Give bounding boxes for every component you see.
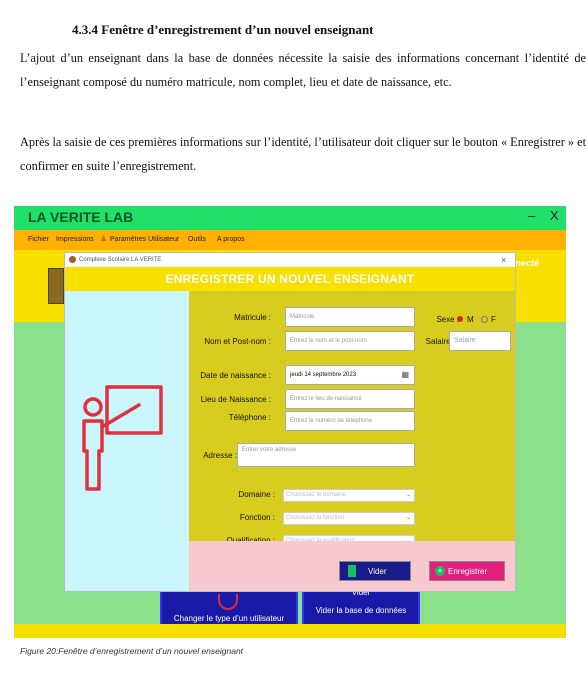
app-titlebar: LA VERITE LAB – X	[14, 206, 566, 230]
teacher-board-icon	[82, 385, 163, 491]
telephone-label: Téléphone :	[228, 413, 271, 422]
menu-parametres[interactable]: Paramètres Utilisateur	[110, 236, 179, 243]
lieu-naissance-input[interactable]: Entrez le lieu de naissance	[285, 389, 415, 409]
teacher-form: Matricule : Matricule Nom et Post-nom : …	[189, 291, 515, 548]
chevron-down-icon: ⌄	[405, 492, 411, 498]
user-settings-icon: ♟	[100, 234, 108, 243]
sexe-f-label: F	[491, 315, 496, 324]
dialog-header-title: ENREGISTRER UN NOUVEL ENSEIGNANT	[165, 272, 415, 286]
domaine-select[interactable]: Choisissez le domaine ⌄	[283, 489, 415, 502]
refresh-icon	[218, 594, 238, 610]
paragraph-1: L’ajout d’un enseignant dans la base de …	[20, 51, 586, 89]
adresse-label: Adresse :	[203, 451, 237, 460]
fonction-select[interactable]: Choisissez la fonction ⌄	[283, 512, 415, 525]
app-title: LA VERITE LAB	[28, 209, 134, 225]
footer-band	[14, 624, 566, 638]
nom-label: Nom et Post-nom :	[204, 337, 271, 346]
clear-database-label: Vider la base de données	[315, 606, 407, 615]
date-naissance-value: jeudi 14 septembre 2023	[290, 372, 357, 378]
trash-icon	[348, 565, 356, 577]
chevron-down-icon: ⌄	[405, 515, 411, 521]
calendar-icon[interactable]: ▦	[401, 366, 409, 384]
dialog-header: ENREGISTRER UN NOUVEL ENSEIGNANT	[65, 267, 515, 291]
telephone-input[interactable]: Entrez le numéro de téléphone	[285, 411, 415, 431]
date-naissance-picker[interactable]: jeudi 14 septembre 2023 ▦	[285, 365, 415, 385]
menu-apropos[interactable]: A propos	[217, 236, 245, 243]
sexe-m-radio[interactable]	[457, 316, 463, 322]
dialog-titlebar: Complexe Scolaire LA VERITE ×	[65, 253, 515, 267]
lieu-naissance-label: Lieu de Naissance :	[200, 395, 271, 404]
dialog-close-button[interactable]: ×	[501, 255, 506, 265]
illustration-pane	[65, 291, 189, 591]
building-icon	[48, 268, 64, 304]
paragraph-2: Après la saisie de ces premières informa…	[20, 135, 586, 173]
sexe-f-radio[interactable]	[481, 316, 488, 323]
adresse-input[interactable]: Entrer votre adresse	[237, 443, 415, 467]
sexe-m-label: M	[467, 315, 474, 324]
enregistrer-button-label: Enregistrer	[448, 567, 488, 576]
close-button[interactable]: X	[550, 208, 559, 223]
change-user-type-label: Changer le type d’un utilisateur	[173, 614, 285, 623]
sexe-label: Sexe :	[436, 315, 459, 324]
nom-input[interactable]: Entrez le nom et le post-nom	[285, 331, 415, 351]
menu-outils[interactable]: Outils	[188, 236, 206, 243]
domaine-label: Domaine :	[238, 490, 275, 499]
menu-fichier[interactable]: Fichier	[28, 236, 49, 243]
vider-button-label: Vider	[368, 567, 387, 576]
date-naissance-label: Date de naissance :	[200, 371, 271, 380]
fonction-label: Fonction :	[239, 513, 275, 522]
menu-bar: Fichier Impressions ♟ Paramètres Utilisa…	[14, 230, 566, 250]
vider-button[interactable]: Vider	[339, 561, 411, 581]
app-screenshot: LA VERITE LAB – X Fichier Impressions ♟ …	[14, 206, 566, 638]
menu-impressions[interactable]: Impressions	[56, 236, 94, 243]
dialog-window-title: Complexe Scolaire LA VERITE	[79, 257, 162, 263]
salaire-input[interactable]: Salaire	[449, 331, 511, 351]
plus-icon: +	[435, 566, 445, 576]
dialog-buttons-pane: Vider + Enregistrer	[189, 541, 515, 591]
matricule-input[interactable]: Matricule	[285, 307, 415, 327]
enregistrer-button[interactable]: + Enregistrer	[429, 561, 505, 581]
matricule-label: Matricule :	[234, 313, 271, 322]
change-user-type-button[interactable]: Changer le type d’un utilisateur	[160, 590, 298, 628]
domaine-select-value: Choisissez le domaine	[286, 492, 347, 498]
figure-caption: Figure 20:Fenêtre d’enregistrement d’un …	[20, 646, 244, 656]
school-logo-icon	[69, 256, 76, 263]
section-heading: 4.3.4 Fenêtre d’enregistrement d’un nouv…	[72, 22, 374, 37]
minimize-button[interactable]: –	[528, 208, 535, 223]
new-teacher-dialog: Complexe Scolaire LA VERITE × ENREGISTRE…	[64, 252, 516, 592]
fonction-select-value: Choisissez la fonction	[286, 515, 345, 521]
